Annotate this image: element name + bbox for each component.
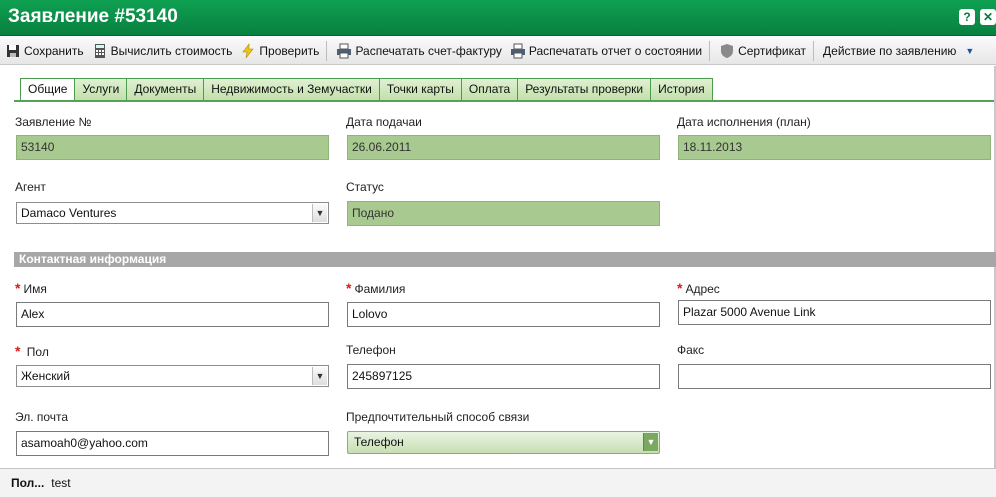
lightning-icon: [242, 42, 255, 58]
tab-7[interactable]: История: [650, 78, 713, 101]
save-button[interactable]: Сохранить: [0, 40, 87, 62]
tab-5[interactable]: Оплата: [460, 78, 519, 101]
window-titlebar: Заявление #53140 ? ✕: [0, 0, 996, 36]
submission-date-label: Дата подачаи: [346, 115, 422, 129]
tab-1[interactable]: Услуги: [74, 78, 128, 101]
toolbar-separator: [813, 40, 815, 61]
first-name-label-text: Имя: [23, 282, 47, 296]
current-user-value: test: [51, 476, 71, 490]
required-mark: *: [15, 280, 21, 296]
tab-6[interactable]: Результаты проверки: [517, 78, 652, 101]
phone-input[interactable]: 245897125: [347, 364, 660, 389]
chevron-down-icon[interactable]: ▼: [312, 204, 327, 222]
contact-info-header: Контактная информация: [14, 252, 996, 267]
chevron-down-icon[interactable]: ▼: [643, 433, 658, 451]
tab-2[interactable]: Документы: [126, 78, 205, 101]
print-status-report-label: Распечатать отчет о состоянии: [528, 43, 703, 58]
phone-label: Телефон: [346, 343, 396, 357]
check-label: Проверить: [259, 43, 320, 58]
close-icon[interactable]: ✕: [980, 9, 996, 25]
last-name-label: * Фамилия: [346, 280, 405, 296]
gender-value: Женский: [21, 369, 70, 383]
submission-date-field: 26.06.2011: [347, 135, 660, 160]
agent-select[interactable]: Damaco Ventures ▼: [16, 202, 329, 224]
required-mark: *: [346, 280, 352, 296]
printer-icon: [510, 43, 525, 58]
email-input[interactable]: asamoah0@yahoo.com: [16, 431, 329, 456]
status-field: Подано: [347, 201, 660, 226]
preferred-contact-label: Предпочтительный способ связи: [346, 410, 530, 424]
fax-input[interactable]: [678, 364, 991, 389]
toolbar: Сохранить Вычислить стоимость Проверить …: [0, 37, 996, 65]
tab-row: Общие Услуги Документы Недвижимость и Земуч…: [20, 78, 713, 102]
calculate-cost-button[interactable]: Вычислить стоимость: [87, 40, 236, 62]
gender-select[interactable]: Женский ▼: [16, 365, 329, 387]
tab-3[interactable]: Недвижимость и Земучастки: [203, 78, 380, 101]
status-label: Статус: [346, 180, 384, 194]
tab-strip: Общие Услуги Документы Недвижимость и Земуч…: [0, 66, 996, 102]
shield-icon: [721, 43, 734, 58]
print-status-report-button[interactable]: Распечатать отчет о состоянии: [505, 40, 705, 62]
tab-0[interactable]: Общие: [20, 78, 76, 102]
help-icon[interactable]: ?: [959, 9, 975, 25]
address-label-text: Адрес: [685, 282, 720, 296]
gender-label: * Пол: [15, 343, 49, 359]
last-name-label-text: Фамилия: [354, 282, 406, 296]
current-user-label: Пол...: [11, 476, 45, 490]
save-label: Сохранить: [24, 43, 84, 58]
application-no-field: 53140: [16, 135, 329, 160]
chevron-down-icon: ▼: [965, 45, 975, 56]
window-title: Заявление #53140: [8, 6, 178, 27]
application-action-label: Действие по заявлению: [823, 43, 957, 58]
planned-completion-label: Дата исполнения (план): [677, 115, 811, 129]
application-no-label: Заявление №: [15, 115, 92, 129]
calc-cost-label: Вычислить стоимость: [110, 43, 233, 58]
required-mark: *: [15, 343, 21, 359]
first-name-label: * Имя: [15, 280, 47, 296]
preferred-contact-value: Телефон: [354, 435, 404, 449]
printer-icon: [337, 43, 352, 58]
planned-completion-field: 18.11.2013: [678, 135, 991, 160]
certificate-button[interactable]: Сертификат: [714, 40, 809, 62]
first-name-input[interactable]: Alex: [16, 302, 329, 327]
agent-value: Damaco Ventures: [21, 206, 117, 220]
chevron-down-icon[interactable]: ▼: [312, 367, 327, 385]
general-tab-panel: Заявление № 53140 Дата подачаи 26.06.201…: [0, 102, 996, 468]
toolbar-separator: [709, 40, 711, 61]
address-input[interactable]: Plazar 5000 Avenue Link: [678, 300, 991, 325]
fax-label: Факс: [677, 343, 705, 357]
check-button[interactable]: Проверить: [235, 40, 322, 62]
status-bar: Пол... test: [0, 468, 996, 497]
required-mark: *: [677, 280, 683, 296]
calculator-icon: [94, 43, 105, 58]
application-action-menu[interactable]: Действие по заявлению ▼: [818, 40, 977, 62]
address-label: * Адрес: [677, 280, 720, 296]
email-label: Эл. почта: [15, 410, 69, 424]
print-invoice-label: Распечатать счет-фактуру: [355, 43, 502, 58]
certificate-label: Сертификат: [738, 43, 807, 58]
last-name-input[interactable]: Lolovo: [347, 302, 660, 327]
gender-label-text: Пол: [26, 345, 49, 359]
floppy-disk-icon: [7, 44, 19, 57]
agent-label: Агент: [15, 180, 46, 194]
tab-4[interactable]: Точки карты: [378, 78, 462, 101]
preferred-contact-select[interactable]: Телефон ▼: [347, 431, 660, 454]
print-invoice-button[interactable]: Распечатать счет-фактуру: [331, 40, 504, 62]
toolbar-separator: [326, 40, 328, 61]
